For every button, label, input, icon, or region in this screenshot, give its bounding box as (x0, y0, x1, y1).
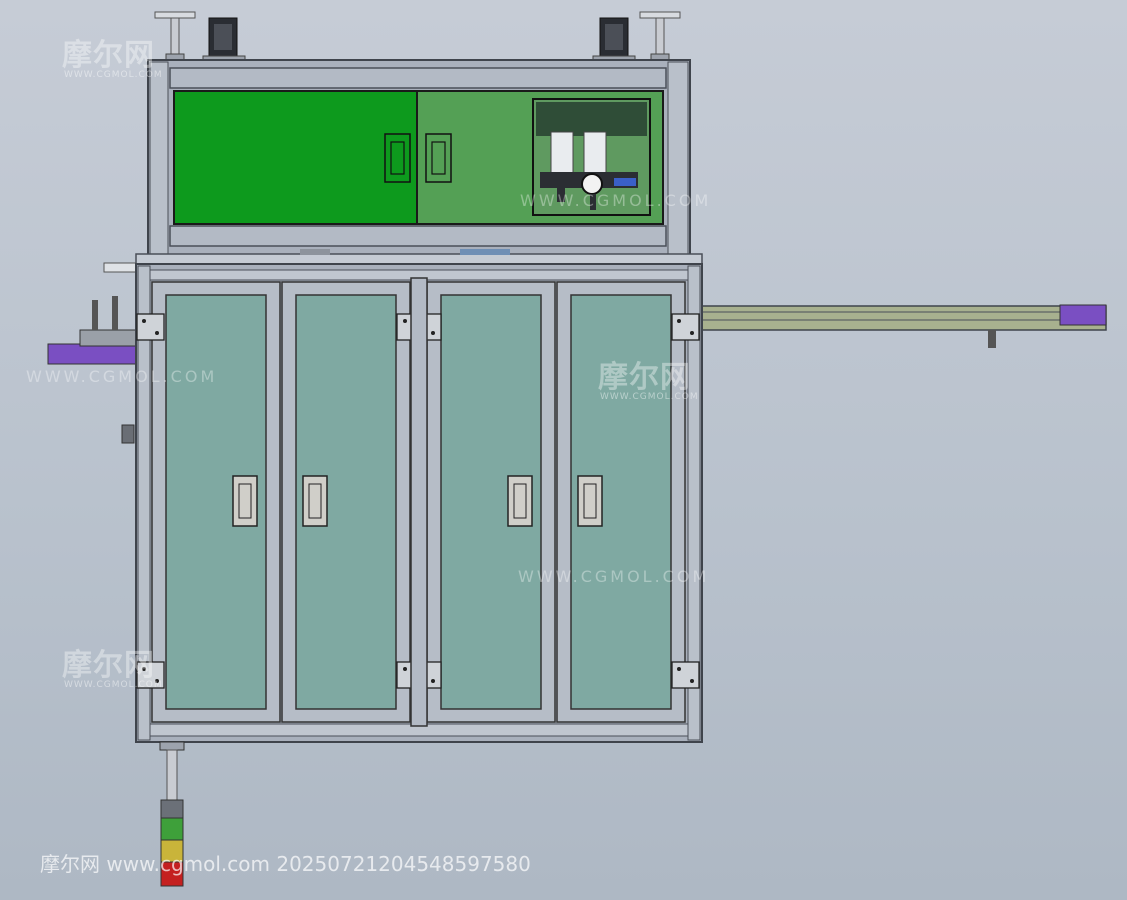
watermark-url: WWW.CGMOL.COM (520, 191, 712, 210)
right-conveyor (699, 304, 1107, 348)
door-3 (426, 281, 556, 723)
watermark-logo-sub: WWW.CGMOL.COM (600, 392, 699, 402)
left-fixtures (47, 262, 141, 444)
machine-drawing (47, 11, 1107, 887)
upper-cabinet (147, 59, 691, 257)
footer-watermark: 摩尔网 www.cgmol.com 20250721204548597580 (40, 852, 531, 876)
watermark-logo-sub: WWW.CGMOL.COM (64, 680, 163, 690)
top-hardware (154, 11, 681, 64)
watermark-url: WWW.CGMOL.COM (26, 367, 218, 386)
watermark-logo: 摩尔网 (62, 38, 155, 73)
door-1 (151, 281, 281, 723)
watermark-url: WWW.CGMOL.COM (518, 567, 710, 586)
watermark-logo: 摩尔网 (62, 648, 155, 683)
door-4 (556, 281, 686, 723)
door-2 (281, 281, 411, 723)
watermark-logo-sub: WWW.CGMOL.COM (64, 70, 163, 80)
center-mullion (410, 277, 428, 727)
watermark-logo: 摩尔网 (598, 360, 691, 395)
